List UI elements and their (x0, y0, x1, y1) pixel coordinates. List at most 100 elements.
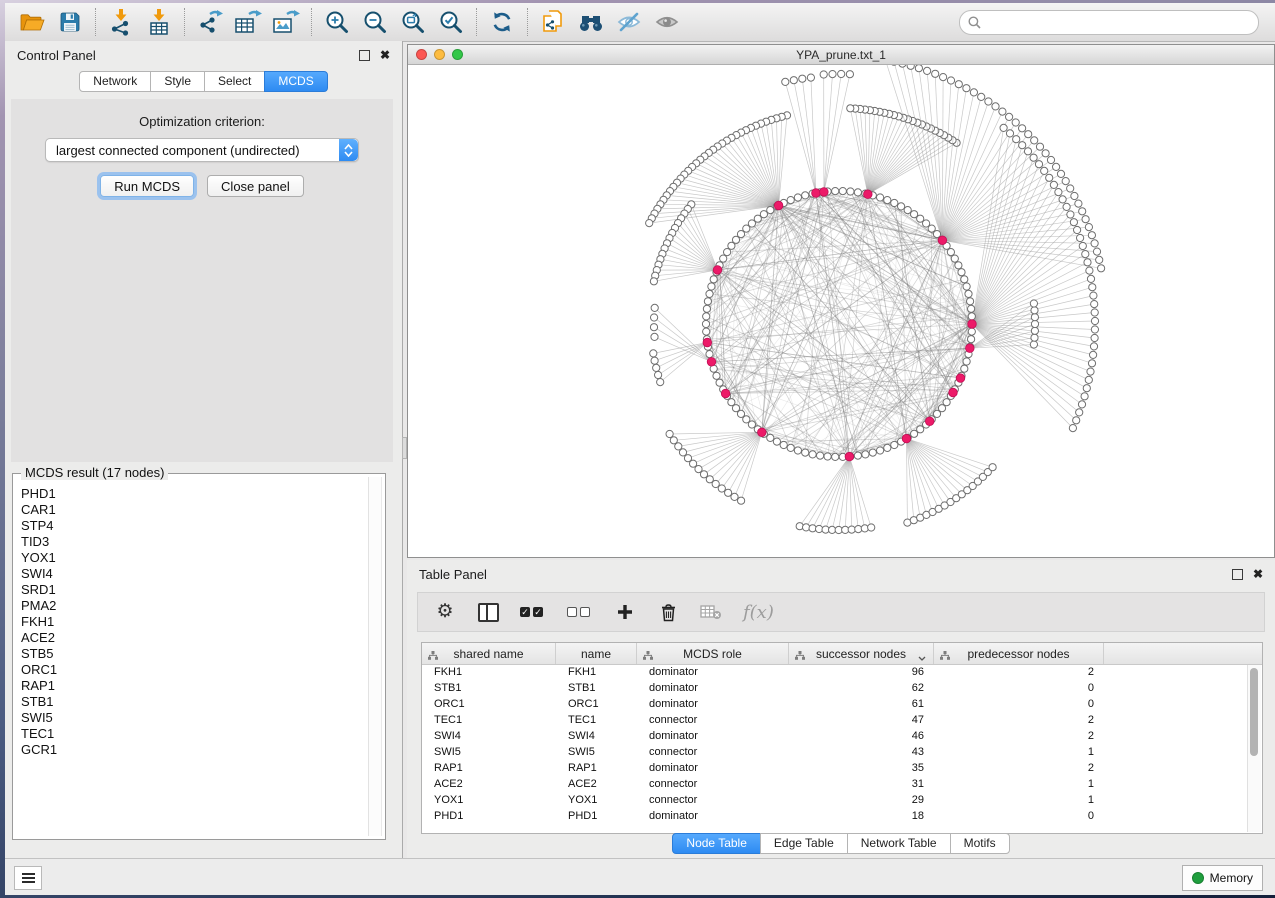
column-header-successor-nodes[interactable]: successor nodes (789, 643, 934, 664)
table-scrollbar[interactable] (1247, 665, 1261, 832)
column-header-predecessor-nodes[interactable]: predecessor nodes (934, 643, 1104, 664)
mcds-result-item[interactable]: TID3 (21, 534, 365, 550)
search-input[interactable] (986, 12, 1250, 32)
table-row[interactable]: STB1STB1dominator620 (422, 681, 1262, 697)
column-label: MCDS role (683, 647, 742, 661)
optimization-criterion-label: Optimization criterion: (11, 99, 393, 129)
mcds-result-item[interactable]: ORC1 (21, 662, 365, 678)
tab-style[interactable]: Style (150, 71, 205, 92)
table-row[interactable]: ACE2ACE2connector311 (422, 777, 1262, 793)
mcds-result-item[interactable]: PHD1 (21, 486, 365, 502)
close-panel-icon[interactable]: ✖ (1253, 569, 1263, 579)
table-cell: FKH1 (422, 665, 556, 681)
float-panel-icon[interactable] (1232, 569, 1243, 580)
refresh-button[interactable] (483, 6, 521, 38)
show-details-button[interactable] (648, 6, 686, 38)
tab-motifs[interactable]: Motifs (950, 833, 1010, 854)
table-row[interactable]: SWI5SWI5connector431 (422, 745, 1262, 761)
table-settings-button[interactable]: ⚙ (434, 600, 456, 624)
mcds-result-item[interactable]: STB1 (21, 694, 365, 710)
mcds-result-item[interactable]: SRD1 (21, 582, 365, 598)
table-row[interactable]: ORC1ORC1dominator610 (422, 697, 1262, 713)
table-row[interactable]: SWI4SWI4dominator462 (422, 729, 1262, 745)
memory-button[interactable]: Memory (1182, 865, 1263, 891)
mcds-result-item[interactable]: PMA2 (21, 598, 365, 614)
window-maximize-button[interactable] (452, 49, 463, 60)
mcds-result-item[interactable]: SWI5 (21, 710, 365, 726)
checked-box-icon: ✓ (533, 607, 543, 617)
open-file-button[interactable] (13, 6, 51, 38)
table-row[interactable]: FKH1FKH1dominator962 (422, 665, 1262, 681)
close-panel-button[interactable]: Close panel (207, 175, 304, 197)
deselect-all-rows-button[interactable] (567, 600, 593, 624)
zoom-selected-icon (438, 9, 464, 35)
table-cell: 96 (789, 665, 934, 681)
tab-select[interactable]: Select (204, 71, 265, 92)
export-table-button[interactable] (229, 6, 267, 38)
tab-network[interactable]: Network (79, 71, 151, 92)
mcds-list-scrollbar[interactable] (368, 477, 382, 836)
zoom-in-icon (324, 9, 350, 35)
column-header-mcds-role[interactable]: MCDS role (637, 643, 789, 664)
import-table-button[interactable] (140, 6, 178, 38)
network-canvas[interactable] (408, 65, 1274, 557)
show-columns-button[interactable] (477, 600, 499, 624)
mcds-result-item[interactable]: STB5 (21, 646, 365, 662)
delete-column-button[interactable] (657, 600, 679, 624)
column-header-name[interactable]: name (556, 643, 637, 664)
mcds-result-item[interactable]: CAR1 (21, 502, 365, 518)
toolbar-separator (95, 8, 96, 36)
table-cell: YOX1 (422, 793, 556, 809)
table-row[interactable]: RAP1RAP1dominator352 (422, 761, 1262, 777)
network-window-titlebar[interactable]: YPA_prune.txt_1 (408, 45, 1274, 65)
import-network-button[interactable] (102, 6, 140, 38)
table-row[interactable]: YOX1YOX1connector291 (422, 793, 1262, 809)
mcds-result-item[interactable]: STP4 (21, 518, 365, 534)
mcds-result-item[interactable]: GCR1 (21, 742, 365, 758)
checked-box-icon: ✓ (520, 607, 530, 617)
node-table-body: FKH1FKH1dominator962STB1STB1dominator620… (422, 665, 1262, 825)
save-session-button[interactable] (51, 6, 89, 38)
mcds-result-item[interactable]: TEC1 (21, 726, 365, 742)
find-button[interactable] (572, 6, 610, 38)
zoom-fit-button[interactable] (394, 6, 432, 38)
export-image-button[interactable] (267, 6, 305, 38)
mcds-result-item[interactable]: FKH1 (21, 614, 365, 630)
table-cell: 2 (934, 713, 1104, 729)
mcds-result-item[interactable]: YOX1 (21, 550, 365, 566)
mcds-result-item[interactable]: SWI4 (21, 566, 365, 582)
zoom-selected-button[interactable] (432, 6, 470, 38)
import-table-icon (146, 8, 172, 36)
optimization-criterion-select[interactable]: largest connected component (undirected) (45, 138, 359, 162)
duplicate-network-button[interactable] (534, 6, 572, 38)
table-cell: connector (637, 777, 789, 793)
column-header-shared-name[interactable]: shared name (422, 643, 556, 664)
main-toolbar (5, 3, 1275, 42)
tab-edge-table[interactable]: Edge Table (760, 833, 848, 854)
float-panel-icon[interactable] (359, 50, 370, 61)
tab-mcds[interactable]: MCDS (264, 71, 327, 92)
hide-details-button[interactable] (610, 6, 648, 38)
control-panel-title: Control Panel (17, 48, 96, 63)
zoom-out-button[interactable] (356, 6, 394, 38)
plus-icon (616, 603, 634, 621)
select-all-rows-button[interactable]: ✓✓ (520, 600, 546, 624)
task-history-button[interactable] (14, 866, 42, 890)
close-panel-icon[interactable]: ✖ (380, 50, 390, 60)
table-row[interactable]: PHD1PHD1dominator180 (422, 809, 1262, 825)
sort-desc-icon (918, 651, 926, 665)
run-mcds-button[interactable]: Run MCDS (100, 175, 194, 197)
zoom-in-button[interactable] (318, 6, 356, 38)
window-close-button[interactable] (416, 49, 427, 60)
search-field[interactable] (959, 10, 1259, 35)
mcds-result-item[interactable]: ACE2 (21, 630, 365, 646)
window-minimize-button[interactable] (434, 49, 445, 60)
table-row[interactable]: TEC1TEC1connector472 (422, 713, 1262, 729)
add-column-button[interactable] (614, 600, 636, 624)
tab-node-table[interactable]: Node Table (672, 833, 761, 854)
scrollbar-thumb[interactable] (1250, 668, 1258, 756)
control-panel-tabs: NetworkStyleSelectMCDS (5, 71, 402, 92)
tab-network-table[interactable]: Network Table (847, 833, 951, 854)
export-network-button[interactable] (191, 6, 229, 38)
mcds-result-item[interactable]: RAP1 (21, 678, 365, 694)
